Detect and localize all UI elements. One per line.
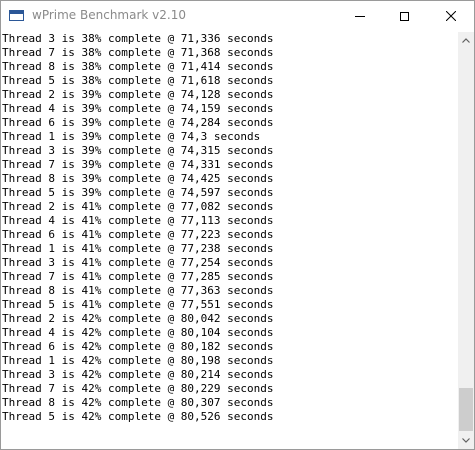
log-line: Thread 3 is 42% complete @ 80,214 second… [2,368,274,381]
log-line: Thread 2 is 42% complete @ 80,042 second… [2,312,274,325]
vertical-scrollbar[interactable] [458,32,474,449]
scroll-up-button[interactable] [458,32,474,49]
log-line: Thread 4 is 39% complete @ 74,159 second… [2,102,274,115]
minimize-button[interactable] [337,1,382,31]
log-line: Thread 1 is 41% complete @ 77,238 second… [2,242,274,255]
log-line: Thread 8 is 41% complete @ 77,363 second… [2,284,274,297]
log-line: Thread 1 is 42% complete @ 80,198 second… [2,354,274,367]
log-line: Thread 3 is 38% complete @ 71,336 second… [2,32,274,45]
app-window-icon [9,10,24,21]
log-line: Thread 8 is 42% complete @ 80,307 second… [2,396,274,409]
title-bar[interactable]: wPrime Benchmark v2.10 [1,1,474,32]
log-line: Thread 3 is 39% complete @ 74,315 second… [2,144,274,157]
close-button[interactable] [428,1,473,31]
log-line: Thread 8 is 38% complete @ 71,414 second… [2,60,274,73]
chevron-up-icon [462,38,470,43]
scrollbar-thumb[interactable] [459,388,473,431]
log-line: Thread 5 is 39% complete @ 74,597 second… [2,186,274,199]
log-line: Thread 7 is 42% complete @ 80,229 second… [2,382,274,395]
maximize-icon [400,11,409,21]
log-line: Thread 8 is 39% complete @ 74,425 second… [2,172,274,185]
minimize-icon [354,15,365,17]
log-line: Thread 6 is 41% complete @ 77,223 second… [2,228,274,241]
log-line: Thread 2 is 41% complete @ 77,082 second… [2,200,274,213]
log-line: Thread 5 is 41% complete @ 77,551 second… [2,298,274,311]
maximize-button[interactable] [382,1,427,31]
log-line: Thread 7 is 39% complete @ 74,331 second… [2,158,274,171]
log-line: Thread 4 is 42% complete @ 80,104 second… [2,326,274,339]
log-line: Thread 5 is 42% complete @ 80,526 second… [2,410,274,423]
log-line: Thread 3 is 41% complete @ 77,254 second… [2,256,274,269]
log-line: Thread 1 is 39% complete @ 74,3 seconds [2,130,261,143]
scroll-down-button[interactable] [458,432,474,449]
log-line: Thread 5 is 38% complete @ 71,618 second… [2,74,274,87]
log-line: Thread 6 is 39% complete @ 74,284 second… [2,116,274,129]
close-icon [445,11,456,21]
log-line: Thread 7 is 41% complete @ 77,285 second… [2,270,274,283]
benchmark-log[interactable]: Thread 3 is 38% complete @ 71,336 second… [1,32,458,449]
chevron-down-icon [462,438,470,443]
log-line: Thread 7 is 38% complete @ 71,368 second… [2,46,274,59]
log-line: Thread 4 is 41% complete @ 77,113 second… [2,214,274,227]
window-title: wPrime Benchmark v2.10 [32,8,186,22]
log-line: Thread 2 is 39% complete @ 74,128 second… [2,88,274,101]
log-line: Thread 6 is 42% complete @ 80,182 second… [2,340,274,353]
app-window: wPrime Benchmark v2.10 Thread 3 is 38% c… [0,0,475,450]
